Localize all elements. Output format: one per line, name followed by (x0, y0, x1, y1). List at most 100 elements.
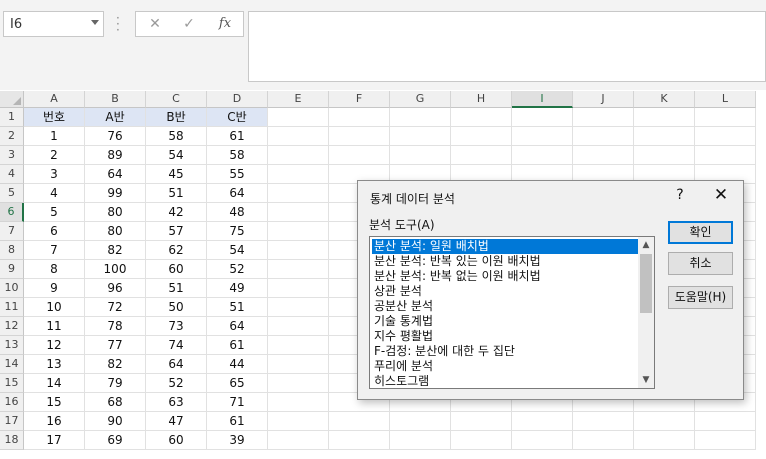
cell-c10[interactable]: 51 (146, 279, 207, 298)
scroll-up-icon[interactable]: ▲ (638, 237, 654, 253)
drag-handle-icon[interactable]: · · · (116, 12, 120, 36)
close-icon[interactable]: ✕ (710, 185, 732, 205)
cell-c5[interactable]: 51 (146, 184, 207, 203)
list-scrollbar[interactable]: ▲ ▼ (638, 237, 654, 388)
cell-e6[interactable] (268, 203, 329, 222)
scroll-thumb[interactable] (640, 254, 652, 313)
cell-f18[interactable] (329, 431, 390, 450)
cell-b15[interactable]: 79 (85, 374, 146, 393)
cell-e9[interactable] (268, 260, 329, 279)
row-header-12[interactable]: 12 (0, 317, 24, 336)
cell-e18[interactable] (268, 431, 329, 450)
cell-e1[interactable] (268, 108, 329, 127)
row-header-3[interactable]: 3 (0, 146, 24, 165)
column-header-e[interactable]: E (268, 91, 329, 108)
row-header-14[interactable]: 14 (0, 355, 24, 374)
cell-e2[interactable] (268, 127, 329, 146)
cell-b14[interactable]: 82 (85, 355, 146, 374)
cell-d10[interactable]: 49 (207, 279, 268, 298)
cell-a2[interactable]: 1 (24, 127, 85, 146)
cell-d6[interactable]: 48 (207, 203, 268, 222)
cell-b13[interactable]: 77 (85, 336, 146, 355)
name-box[interactable]: I6 (3, 11, 104, 37)
cell-d17[interactable]: 61 (207, 412, 268, 431)
list-item[interactable]: 지수 평활법 (372, 329, 638, 344)
list-item[interactable]: 분산 분석: 반복 없는 이원 배치법 (372, 269, 638, 284)
cell-c1[interactable]: B반 (146, 108, 207, 127)
column-header-g[interactable]: G (390, 91, 451, 108)
cell-d5[interactable]: 64 (207, 184, 268, 203)
cell-a1[interactable]: 번호 (24, 108, 85, 127)
cell-e4[interactable] (268, 165, 329, 184)
cell-c13[interactable]: 74 (146, 336, 207, 355)
cell-a17[interactable]: 16 (24, 412, 85, 431)
cell-l17[interactable] (695, 412, 756, 431)
cell-e8[interactable] (268, 241, 329, 260)
row-header-10[interactable]: 10 (0, 279, 24, 298)
cell-j2[interactable] (573, 127, 634, 146)
cell-c17[interactable]: 47 (146, 412, 207, 431)
cell-f2[interactable] (329, 127, 390, 146)
list-item[interactable]: 상관 분석 (372, 284, 638, 299)
cell-g2[interactable] (390, 127, 451, 146)
list-item[interactable]: 히스토그램 (372, 374, 638, 388)
cell-a8[interactable]: 7 (24, 241, 85, 260)
cell-i1[interactable] (512, 108, 573, 127)
cell-k2[interactable] (634, 127, 695, 146)
cell-d18[interactable]: 39 (207, 431, 268, 450)
cell-e5[interactable] (268, 184, 329, 203)
cell-i18[interactable] (512, 431, 573, 450)
cell-a10[interactable]: 9 (24, 279, 85, 298)
confirm-entry-icon[interactable]: ✓ (178, 15, 200, 33)
cell-b8[interactable]: 82 (85, 241, 146, 260)
cell-a9[interactable]: 8 (24, 260, 85, 279)
cell-b7[interactable]: 80 (85, 222, 146, 241)
cell-j17[interactable] (573, 412, 634, 431)
cell-j18[interactable] (573, 431, 634, 450)
cell-b3[interactable]: 89 (85, 146, 146, 165)
insert-function-icon[interactable]: fx (214, 15, 236, 33)
cell-c3[interactable]: 54 (146, 146, 207, 165)
cell-b12[interactable]: 78 (85, 317, 146, 336)
row-header-11[interactable]: 11 (0, 298, 24, 317)
cell-e10[interactable] (268, 279, 329, 298)
cell-d11[interactable]: 51 (207, 298, 268, 317)
cell-b18[interactable]: 69 (85, 431, 146, 450)
cell-b1[interactable]: A반 (85, 108, 146, 127)
cell-c8[interactable]: 62 (146, 241, 207, 260)
column-header-f[interactable]: F (329, 91, 390, 108)
cell-i2[interactable] (512, 127, 573, 146)
cell-d9[interactable]: 52 (207, 260, 268, 279)
cell-f3[interactable] (329, 146, 390, 165)
select-all-button[interactable] (0, 91, 24, 108)
row-header-4[interactable]: 4 (0, 165, 24, 184)
list-item[interactable]: 분산 분석: 일원 배치법 (372, 239, 638, 254)
cell-i17[interactable] (512, 412, 573, 431)
cell-b17[interactable]: 90 (85, 412, 146, 431)
row-header-6[interactable]: 6 (0, 203, 24, 222)
cell-a13[interactable]: 12 (24, 336, 85, 355)
column-header-d[interactable]: D (207, 91, 268, 108)
cell-e15[interactable] (268, 374, 329, 393)
cell-b5[interactable]: 99 (85, 184, 146, 203)
row-header-17[interactable]: 17 (0, 412, 24, 431)
list-item[interactable]: 기술 통계법 (372, 314, 638, 329)
cell-b9[interactable]: 100 (85, 260, 146, 279)
cell-g3[interactable] (390, 146, 451, 165)
row-header-9[interactable]: 9 (0, 260, 24, 279)
cancel-button[interactable]: 취소 (668, 252, 733, 275)
row-header-5[interactable]: 5 (0, 184, 24, 203)
cell-a18[interactable]: 17 (24, 431, 85, 450)
cell-k18[interactable] (634, 431, 695, 450)
cell-a3[interactable]: 2 (24, 146, 85, 165)
row-header-1[interactable]: 1 (0, 108, 24, 127)
cell-b11[interactable]: 72 (85, 298, 146, 317)
cell-c4[interactable]: 45 (146, 165, 207, 184)
cell-c7[interactable]: 57 (146, 222, 207, 241)
cell-k3[interactable] (634, 146, 695, 165)
cell-e13[interactable] (268, 336, 329, 355)
cell-a14[interactable]: 13 (24, 355, 85, 374)
cell-b4[interactable]: 64 (85, 165, 146, 184)
cell-j1[interactable] (573, 108, 634, 127)
cell-e11[interactable] (268, 298, 329, 317)
